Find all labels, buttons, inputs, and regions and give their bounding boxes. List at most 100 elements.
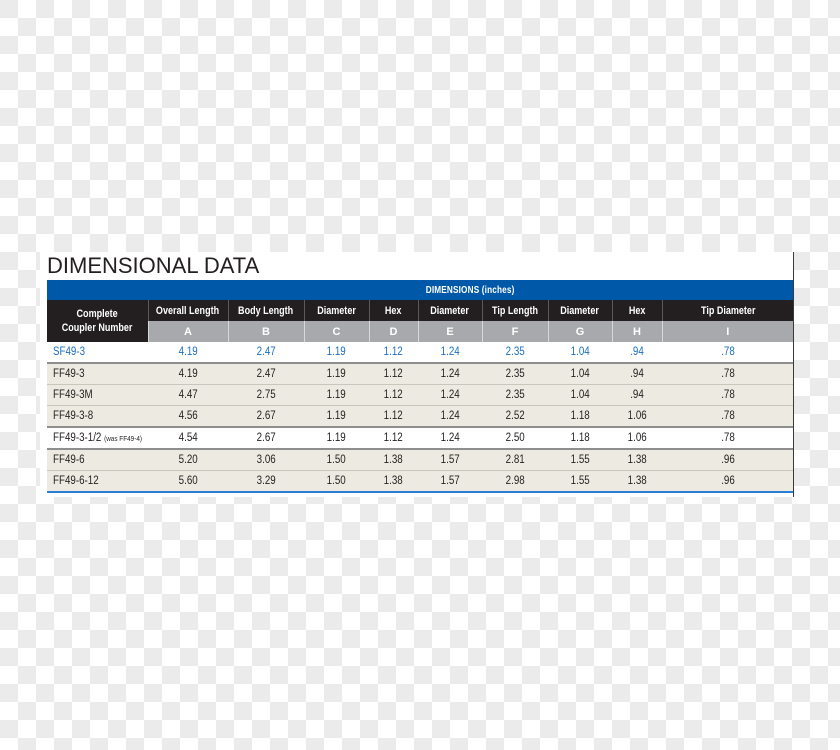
coupler-note: (was FF49-4) <box>104 434 142 443</box>
dimension-cell-a: 5.60 <box>148 470 228 493</box>
dimension-cell-b: 2.67 <box>228 427 304 450</box>
dimension-cell-a: 4.56 <box>148 405 228 428</box>
dimension-cell-c: 1.50 <box>304 470 369 493</box>
dimension-cell-c: 1.19 <box>304 363 369 385</box>
table-row: FF49-3M 4.47 2.75 1.19 1.12 1.24 2.35 1.04.94.7… <box>47 384 794 406</box>
dimension-cell-c: 1.19 <box>304 342 369 364</box>
dimension-cell-b: 3.29 <box>228 470 304 493</box>
column-letter-i: I <box>661 321 794 342</box>
group-header: DIMENSIONS (inches) <box>148 280 794 300</box>
column-letter-row: A B C D E F G H I <box>47 321 794 342</box>
table-row: FF49-3-8 4.56 2.67 1.19 1.12 1.24 2.52 1.18 1.06… <box>47 405 794 428</box>
dimension-cell-f: 2.81 <box>482 449 548 471</box>
column-header-hex-h: Hex <box>611 300 662 321</box>
coupler-number: FF49-3M <box>53 389 93 401</box>
dimension-cell-g: 1.55 <box>548 449 612 471</box>
dimension-cell-e: 1.24 <box>418 384 482 406</box>
group-header-spacer <box>47 280 148 300</box>
section-title: DIMENSIONAL DATA <box>47 253 260 278</box>
coupler-number: FF49-3 <box>53 368 85 380</box>
coupler-number: FF49-6 <box>53 454 85 466</box>
coupler-number-cell: FF49-6 <box>47 449 148 471</box>
dimension-cell-f: 2.35 <box>482 363 548 385</box>
dimension-cell-h: 1.06 <box>612 405 662 428</box>
dimension-cell-e: 1.24 <box>418 427 482 450</box>
coupler-number: FF49-3-1/2 <box>53 432 102 444</box>
dimension-cell-i: .78 <box>662 363 794 385</box>
dimension-cell-i: .78 <box>662 384 794 406</box>
dimension-cell-c: 1.19 <box>304 405 369 428</box>
table-row: SF49-3 4.19 2.47 1.19 1.12 1.24 2.35 1.04.94.78 <box>47 342 794 364</box>
dimension-cell-i: .96 <box>662 470 794 493</box>
column-header-tip-length: Tip Length <box>481 300 548 321</box>
dimension-cell-d: 1.38 <box>369 449 418 471</box>
dimension-cell-g: 1.18 <box>548 427 612 450</box>
column-header-tip-diameter: Tip Diameter <box>661 300 794 321</box>
table-row: FF49-6-12 5.60 3.29 1.50 1.38 1.57 2.98 1.55 1.3… <box>47 470 794 493</box>
dimensional-data-panel: DIMENSIONAL DATA DIMENSIONS (inches) Com… <box>40 252 794 497</box>
column-letter-f: F <box>481 321 548 342</box>
dimension-cell-d: 1.12 <box>369 405 418 428</box>
dimension-cell-e: 1.24 <box>418 405 482 428</box>
dimension-cell-f: 2.50 <box>482 427 548 450</box>
column-letter-e: E <box>417 321 482 342</box>
coupler-number: SF49-3 <box>53 346 86 358</box>
dimension-cell-c: 1.19 <box>304 384 369 406</box>
dimension-cell-h: 1.38 <box>612 470 662 493</box>
dimension-cell-h: .94 <box>612 342 662 364</box>
dimensions-table: DIMENSIONS (inches) Complete Coupler Numb… <box>47 280 794 493</box>
table-row: FF49-3-1/2 (was FF49-4) 4.54 2.67 1.19 1.12 1… <box>47 427 794 450</box>
dimension-cell-f: 2.35 <box>482 384 548 406</box>
column-letter-h: H <box>611 321 662 342</box>
dimension-cell-e: 1.57 <box>418 449 482 471</box>
dimension-cell-i: .78 <box>662 427 794 450</box>
dimension-cell-i: .78 <box>662 342 794 364</box>
dimension-cell-d: 1.12 <box>369 384 418 406</box>
dimension-cell-c: 1.50 <box>304 449 369 471</box>
dimension-cell-h: 1.06 <box>612 427 662 450</box>
dimension-cell-h: 1.38 <box>612 449 662 471</box>
coupler-number-cell: SF49-3 <box>47 342 148 364</box>
dimension-cell-b: 2.47 <box>228 342 304 364</box>
coupler-number-cell: FF49-6-12 <box>47 470 148 493</box>
column-letter-g: G <box>547 321 612 342</box>
column-header-coupler-number: Complete Coupler Number <box>47 300 148 342</box>
dimension-cell-d: 1.12 <box>369 363 418 385</box>
coupler-number-cell: FF49-3-1/2 (was FF49-4) <box>47 427 148 450</box>
dimension-cell-e: 1.24 <box>418 342 482 364</box>
column-header-diameter-g: Diameter <box>547 300 612 321</box>
dimension-cell-d: 1.38 <box>369 470 418 493</box>
dimension-cell-b: 3.06 <box>228 449 304 471</box>
coupler-number-cell: FF49-3M <box>47 384 148 406</box>
dimension-cell-a: 4.19 <box>148 363 228 385</box>
group-header-row: DIMENSIONS (inches) <box>47 280 794 300</box>
table-row: FF49-3 4.19 2.47 1.19 1.12 1.24 2.35 1.04.94.78 <box>47 363 794 385</box>
table-row: FF49-6 5.20 3.06 1.50 1.38 1.57 2.81 1.55 1.38.9… <box>47 449 794 471</box>
dimension-cell-b: 2.75 <box>228 384 304 406</box>
dimension-cell-d: 1.12 <box>369 427 418 450</box>
column-letter-b: B <box>227 321 304 342</box>
dimension-cell-a: 4.19 <box>148 342 228 364</box>
dimension-cell-e: 1.57 <box>418 470 482 493</box>
dimension-cell-f: 2.35 <box>482 342 548 364</box>
dimension-cell-g: 1.04 <box>548 363 612 385</box>
column-letter-c: C <box>303 321 369 342</box>
dimension-cell-b: 2.47 <box>228 363 304 385</box>
dimension-cell-e: 1.24 <box>418 363 482 385</box>
coupler-number-cell: FF49-3-8 <box>47 405 148 428</box>
column-header-body-length: Body Length <box>227 300 304 321</box>
coupler-number-cell: FF49-3 <box>47 363 148 385</box>
dimension-cell-h: .94 <box>612 363 662 385</box>
coupler-number: FF49-6-12 <box>53 475 99 487</box>
dimension-cell-f: 2.52 <box>482 405 548 428</box>
dimension-cell-f: 2.98 <box>482 470 548 493</box>
column-header-diameter-e: Diameter <box>417 300 482 321</box>
dimension-cell-h: .94 <box>612 384 662 406</box>
dimension-cell-c: 1.19 <box>304 427 369 450</box>
column-letter-d: D <box>368 321 418 342</box>
dimension-cell-b: 2.67 <box>228 405 304 428</box>
column-header-hex-d: Hex <box>368 300 418 321</box>
dimension-cell-d: 1.12 <box>369 342 418 364</box>
column-header-overall-length: Overall Length <box>147 300 228 321</box>
dimension-cell-g: 1.04 <box>548 342 612 364</box>
